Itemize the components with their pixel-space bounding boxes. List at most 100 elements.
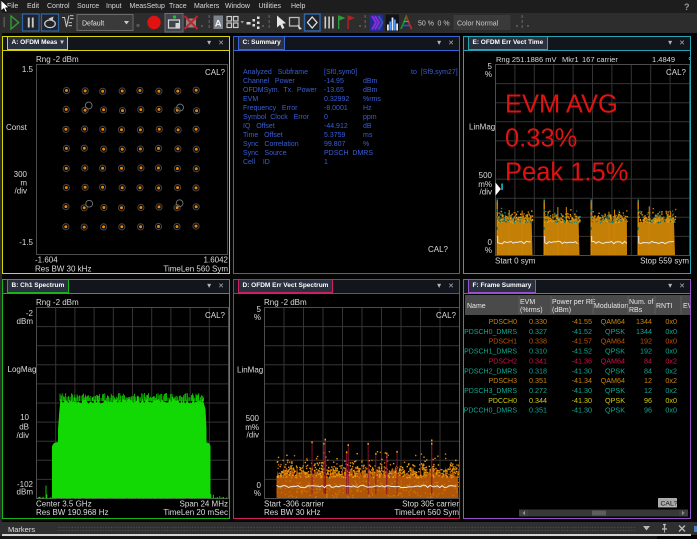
- svg-text:10: 10: [20, 413, 29, 422]
- svg-text:Rng 251.1886 mV: Rng 251.1886 mV: [496, 55, 556, 64]
- svg-text:CAL?: CAL?: [436, 311, 457, 320]
- svg-text:Peak 1.5%: Peak 1.5%: [505, 159, 628, 187]
- svg-text:Rng -2 dBm: Rng -2 dBm: [264, 298, 307, 307]
- svg-text:0x0: 0x0: [665, 317, 677, 326]
- svg-text:IQ Offset: IQ Offset: [243, 123, 275, 130]
- svg-text:-41.34: -41.34: [572, 376, 592, 385]
- svg-text:-41.30: -41.30: [572, 386, 592, 395]
- svg-text:QPSK: QPSK: [605, 327, 625, 336]
- svg-text:%rms: %rms: [363, 96, 381, 103]
- svg-text:192: 192: [640, 337, 652, 346]
- svg-text:%: %: [485, 246, 492, 255]
- svg-text:0x2: 0x2: [665, 356, 677, 365]
- svg-text:0.272: 0.272: [529, 386, 547, 395]
- svg-text:0x2: 0x2: [665, 376, 677, 385]
- svg-text:Sync Correlation: Sync Correlation: [243, 141, 299, 148]
- svg-text:-41.30: -41.30: [572, 396, 592, 405]
- svg-text:-8.0001: -8.0001: [324, 105, 348, 112]
- svg-text:%: %: [363, 141, 369, 148]
- svg-text:PDSCH1_DMRS: PDSCH1_DMRS: [464, 349, 517, 356]
- svg-text:0x2: 0x2: [665, 386, 677, 395]
- svg-text:0.344: 0.344: [529, 396, 547, 405]
- svg-text:PDCCH0: PDCCH0: [488, 398, 517, 405]
- svg-text:Num. of: Num. of: [629, 299, 654, 306]
- svg-text:Color Normal: Color Normal: [457, 21, 499, 28]
- svg-text:TimeLen 20 mSec: TimeLen 20 mSec: [163, 508, 228, 517]
- svg-text:PDSCH2_DMRS: PDSCH2_DMRS: [464, 368, 517, 375]
- svg-text:QPSK: QPSK: [605, 406, 625, 415]
- svg-text:QPSK: QPSK: [605, 386, 625, 395]
- svg-text:Channel Power: Channel Power: [243, 78, 295, 85]
- svg-text:LogMag: LogMag: [8, 365, 37, 374]
- svg-text:PDSCH0: PDSCH0: [489, 319, 518, 326]
- svg-text:0x0: 0x0: [665, 327, 677, 336]
- svg-text:50 %: 50 %: [418, 21, 434, 28]
- svg-text:0.338: 0.338: [529, 337, 547, 346]
- svg-text:0.310: 0.310: [529, 347, 547, 356]
- svg-text:%: %: [485, 70, 492, 79]
- svg-text:-41.52: -41.52: [572, 327, 592, 336]
- svg-text:%: %: [689, 55, 691, 64]
- svg-text:Stop 559 sym: Stop 559 sym: [640, 257, 689, 266]
- svg-text:Analyzed Subframe: Analyzed Subframe: [243, 69, 308, 76]
- svg-text:-41.55: -41.55: [572, 317, 592, 326]
- svg-text:/div: /div: [480, 188, 492, 197]
- svg-text:OFDMSym. Tx. Power: OFDMSym. Tx. Power: [243, 87, 317, 94]
- svg-text:dBm: dBm: [17, 317, 34, 326]
- svg-text:to [Sf9,sym27]: to [Sf9,sym27]: [411, 69, 458, 76]
- svg-text:0.330: 0.330: [529, 317, 547, 326]
- svg-text:Sync Source: Sync Source: [243, 150, 287, 157]
- svg-text:Cell ID: Cell ID: [243, 159, 270, 166]
- svg-text:1.5: 1.5: [22, 65, 34, 74]
- svg-text:/div: /div: [247, 431, 259, 440]
- svg-text:CAL?: CAL?: [205, 68, 226, 77]
- svg-text:0.327: 0.327: [529, 327, 547, 336]
- svg-text:PDSCH DMRS: PDSCH DMRS: [324, 150, 373, 157]
- svg-text:-13.65: -13.65: [324, 87, 344, 94]
- svg-text:RBs: RBs: [629, 307, 643, 314]
- svg-text:0x0: 0x0: [665, 337, 677, 346]
- svg-text:QAM64: QAM64: [601, 317, 625, 326]
- svg-text:Power per RE: Power per RE: [552, 299, 596, 306]
- svg-text:EVM: EVM: [520, 299, 535, 306]
- svg-text:PDSCH2: PDSCH2: [489, 358, 518, 365]
- svg-text:Modulation: Modulation: [594, 303, 628, 310]
- svg-text:-41.30: -41.30: [572, 406, 592, 415]
- svg-text:0 %: 0 %: [438, 21, 450, 28]
- svg-text:84: 84: [644, 366, 652, 375]
- svg-text:dB: dB: [363, 123, 372, 130]
- svg-text:0x0: 0x0: [665, 406, 677, 415]
- svg-text:CAL?: CAL?: [428, 245, 449, 254]
- svg-text:96: 96: [644, 406, 652, 415]
- svg-text:CAL?: CAL?: [666, 68, 687, 77]
- svg-text:Res BW 30 kHz: Res BW 30 kHz: [264, 508, 320, 517]
- svg-text:/div: /div: [15, 187, 27, 196]
- svg-text:ppm: ppm: [363, 114, 377, 121]
- svg-text:ms: ms: [363, 132, 373, 139]
- svg-text:(%rms): (%rms): [520, 307, 543, 314]
- svg-text:0.32992: 0.32992: [324, 96, 349, 103]
- svg-text:192: 192: [640, 347, 652, 356]
- svg-text:LinMag: LinMag: [469, 123, 495, 132]
- svg-text:-44.912: -44.912: [324, 123, 348, 130]
- svg-text:0.351: 0.351: [529, 376, 547, 385]
- svg-text:1: 1: [324, 159, 328, 166]
- svg-text:0x2: 0x2: [665, 366, 677, 375]
- svg-text:dBm: dBm: [17, 488, 34, 497]
- svg-text:167 carrier: 167 carrier: [582, 55, 618, 64]
- svg-text:%: %: [254, 313, 261, 322]
- svg-text:EV: EV: [683, 303, 690, 310]
- svg-text:/div: /div: [17, 431, 29, 440]
- svg-text:QPSK: QPSK: [605, 396, 625, 405]
- svg-text:LinMag: LinMag: [237, 366, 263, 375]
- svg-text:EVM: EVM: [243, 96, 258, 103]
- svg-text:Symbol Clock Error: Symbol Clock Error: [243, 114, 310, 121]
- svg-text:PDSCH3: PDSCH3: [489, 378, 518, 385]
- svg-text:Time Offset: Time Offset: [243, 132, 283, 139]
- svg-text:TimeLen 560 Sym: TimeLen 560 Sym: [394, 508, 459, 517]
- svg-text:Mkr1: Mkr1: [562, 55, 579, 64]
- svg-text:-1.604: -1.604: [35, 256, 58, 265]
- svg-text:CAL?: CAL?: [205, 311, 226, 320]
- svg-text:96: 96: [644, 396, 652, 405]
- svg-text:CAL?: CAL?: [661, 501, 678, 508]
